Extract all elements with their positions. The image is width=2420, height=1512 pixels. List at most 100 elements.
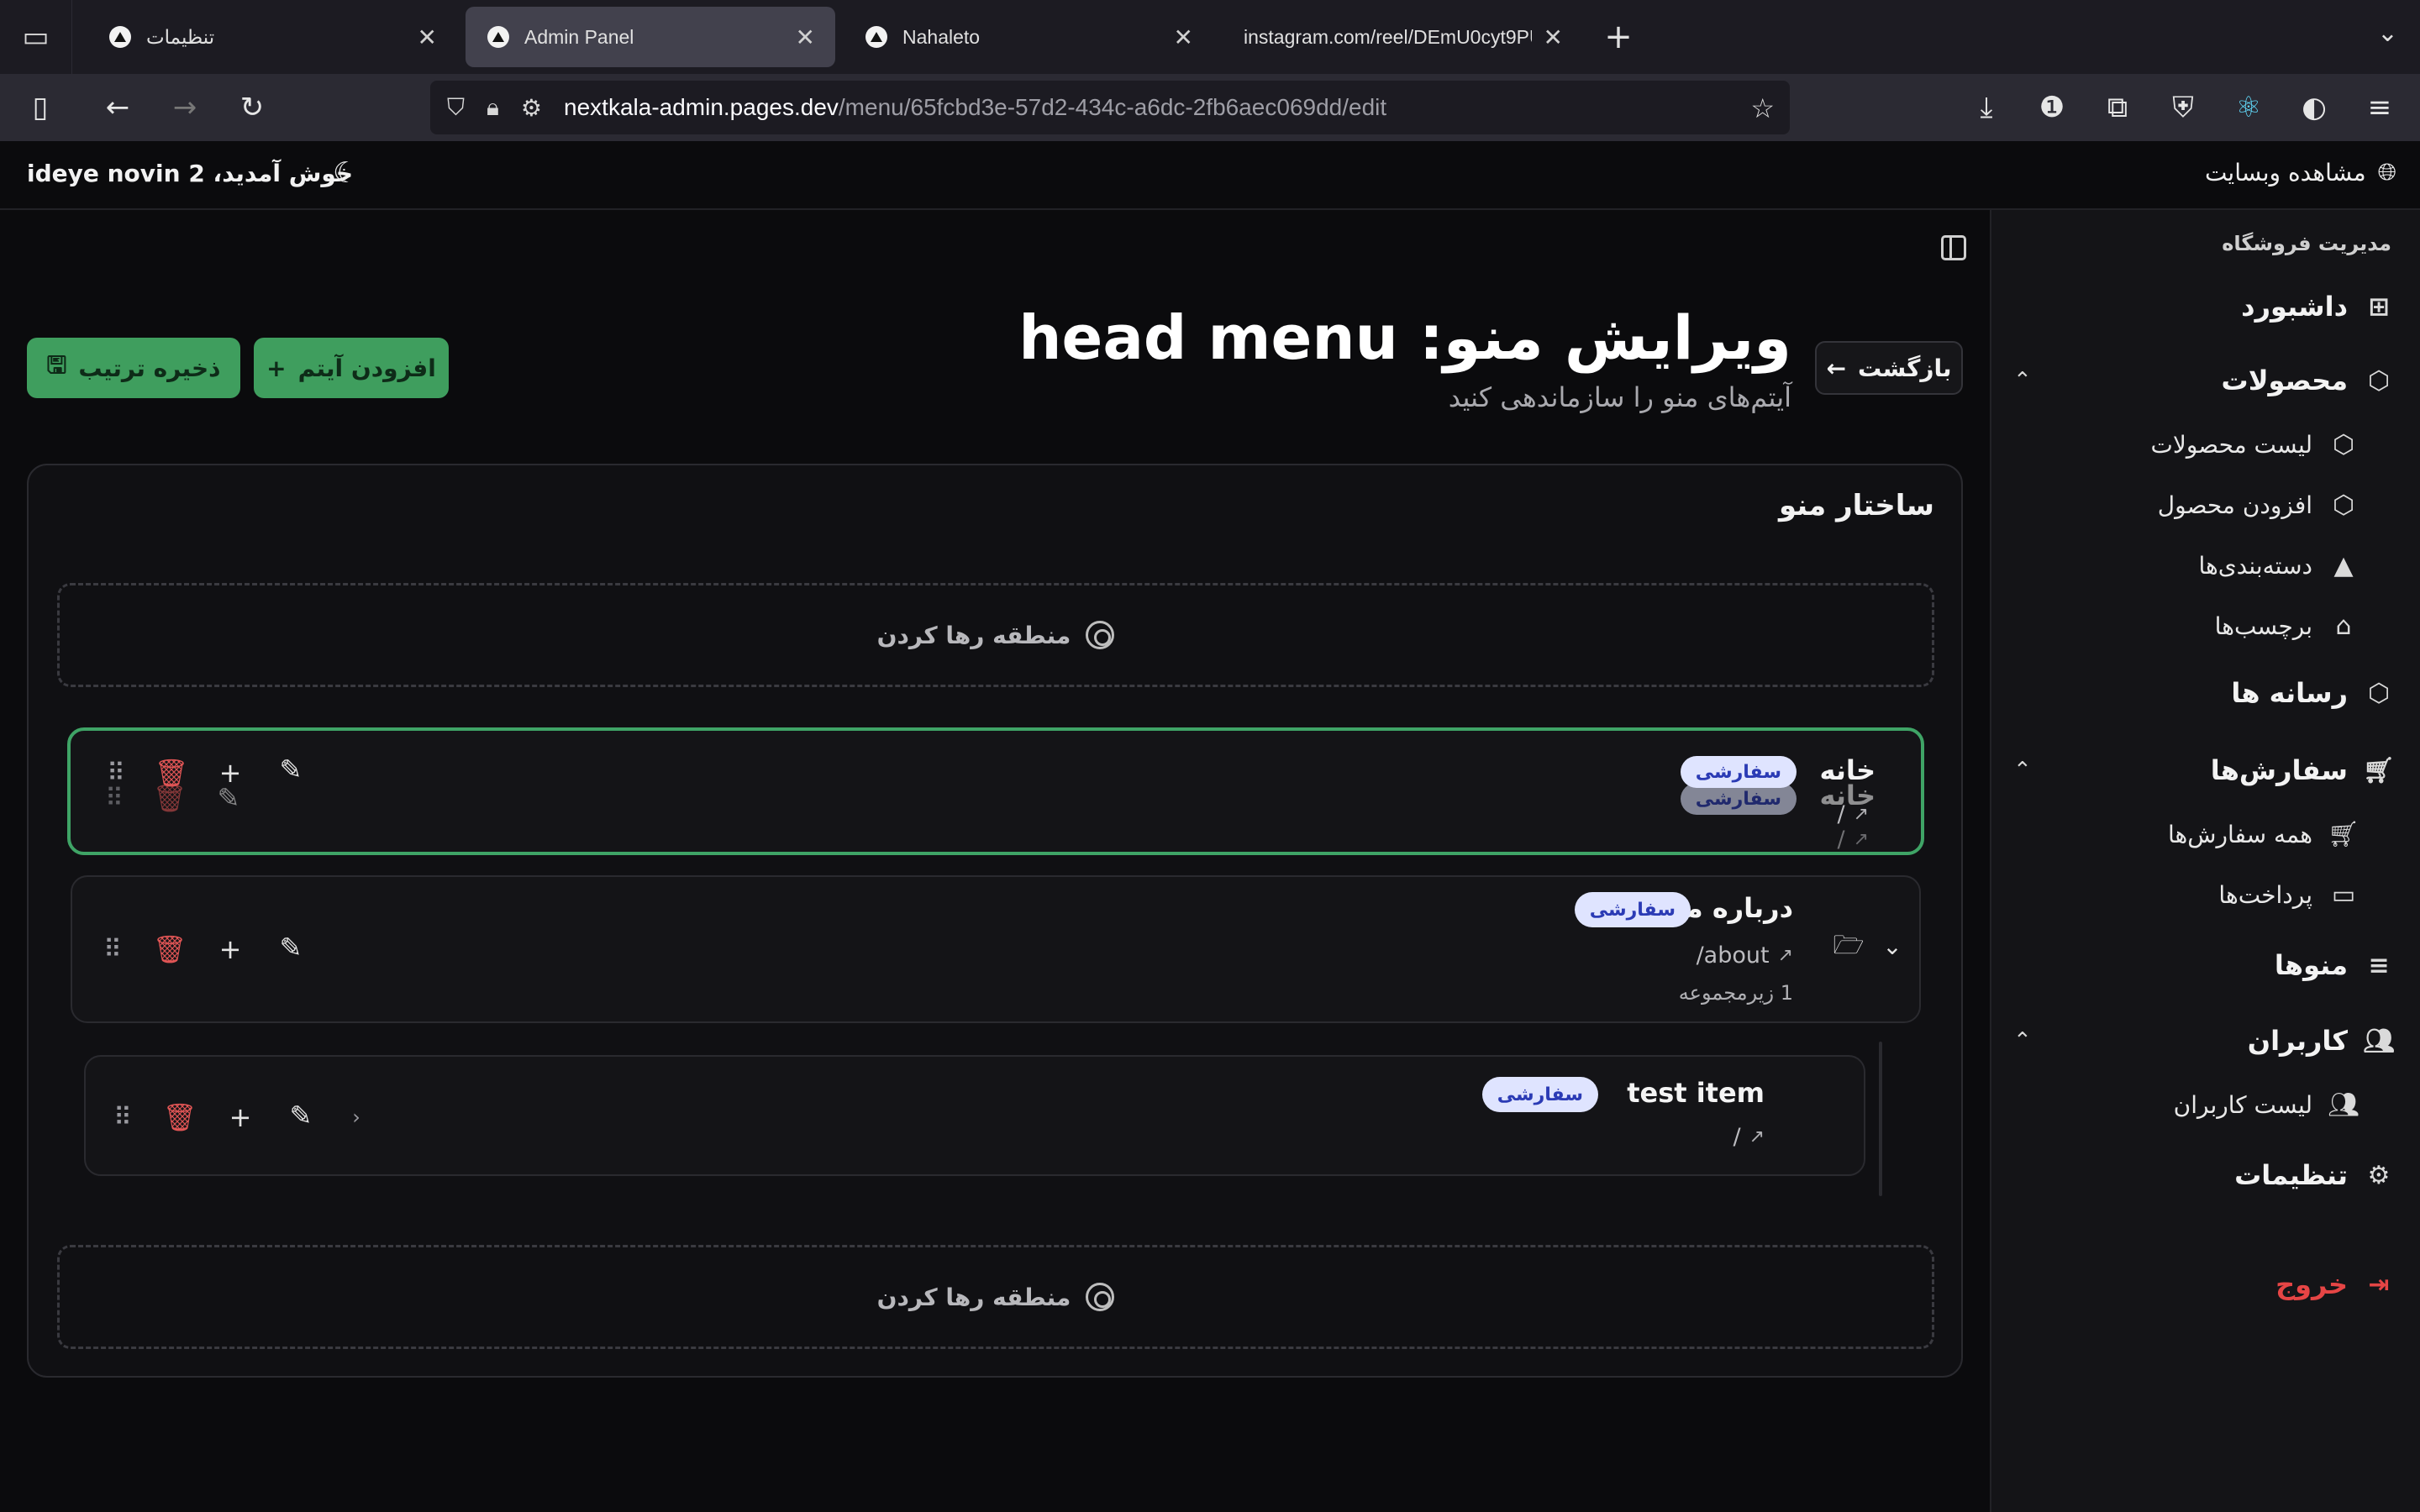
browser-tab[interactable]: تنظیمات ✕ — [87, 7, 457, 67]
site-favicon-icon — [109, 26, 131, 48]
sidebar-item-product-list[interactable]: ⬡ لیست محصولات — [2151, 430, 2359, 459]
menu-hamburger-icon[interactable]: ≡ — [2356, 84, 2403, 131]
sidebar-item-orders[interactable]: 🛒︎ سفارش‌ها — [2211, 754, 2396, 786]
menu-item-home-dragging[interactable]: خانه سفارشی / ↗ ⠿ 🗑︎ + ✎ خانه سفارشی / ↗ ⠿… — [67, 727, 1924, 855]
page-title: ویرایش منو: head menu — [1018, 302, 1791, 373]
app-header: خوش آمدید، ideye novin 2 ☾ 🌐︎ مشاهده وبس… — [0, 141, 2420, 210]
drop-zone-top[interactable]: منطقه رها کردن — [57, 583, 1934, 687]
arrow-left-icon: ← — [1826, 354, 1846, 382]
tag-icon: ⌂ — [2335, 611, 2352, 641]
products-collapse-chevron-icon[interactable]: ⌃ — [2013, 368, 2032, 393]
edit-pencil-icon[interactable]: ✎ — [274, 753, 308, 786]
new-tab-icon[interactable]: + — [1595, 13, 1642, 60]
folder-open-icon: 🗁 — [1833, 930, 1865, 960]
menu-item-title-ghost: خانه — [1819, 780, 1876, 811]
drag-handle-icon[interactable]: ⠿ — [94, 932, 128, 966]
url-text: nextkala-admin.pages.dev/menu/65fcbd3e-5… — [564, 94, 1387, 120]
react-devtools-icon[interactable]: ⚛ — [2225, 84, 2272, 131]
credit-card-icon: ▭ — [2331, 879, 2356, 910]
browser-tab[interactable]: instagram.com/reel/DEmU0cyt9PU/? ✕ — [1222, 7, 1583, 67]
add-child-plus-icon[interactable]: + — [224, 1100, 257, 1134]
browser-tab-active[interactable]: Admin Panel ✕ — [466, 7, 835, 67]
reload-icon[interactable]: ↻ — [229, 84, 276, 131]
sidebar-collapse-icon[interactable] — [1941, 235, 1966, 260]
sync-extension-icon[interactable]: ◐ — [2291, 84, 2338, 131]
shield-icon[interactable]: ⛉ — [447, 93, 465, 122]
nested-children-divider — [1879, 1042, 1882, 1196]
site-permissions-icon[interactable]: ⚙ — [521, 94, 542, 122]
site-favicon-icon — [487, 26, 509, 48]
shapes-icon: ▲ — [2333, 550, 2354, 580]
tab-close-icon[interactable]: ✕ — [796, 24, 815, 51]
browser-tab[interactable]: Nahaleto ✕ — [844, 7, 1213, 67]
tab-close-icon[interactable]: ✕ — [418, 24, 437, 51]
sidebar-item-categories[interactable]: ▲ دسته‌بندی‌ها — [2198, 551, 2358, 580]
custom-badge-ghost: سفارشی — [1680, 783, 1797, 815]
users-collapse-chevron-icon[interactable]: ⌃ — [2013, 1028, 2032, 1053]
browser-toolbar-right: ⤓ ❶ ⧉ ⛨ ⚛ ◐ ≡ — [1963, 84, 2403, 131]
sidebar-item-payments[interactable]: ▭ پرداخت‌ها — [2218, 879, 2358, 910]
address-bar[interactable]: ⛉ 🔒︎ ⚙ nextkala-admin.pages.dev/menu/65f… — [430, 81, 1790, 134]
sidebar-item-all-orders[interactable]: 🛒︎ همه سفارش‌ها — [2168, 820, 2360, 849]
sidebar-item-add-product[interactable]: ⬡ افزودن محصول — [2158, 490, 2358, 520]
users-icon: 👥︎ — [2362, 1026, 2396, 1056]
indent-chevron-right-icon[interactable]: › — [339, 1100, 373, 1134]
menu-item-test-item[interactable]: test item سفارشی / ↗ ⠿ 🗑︎ + ✎ › — [84, 1055, 1865, 1176]
add-child-plus-icon[interactable]: + — [213, 932, 247, 966]
delete-trash-icon[interactable]: 🗑︎ — [163, 1100, 197, 1134]
add-item-button[interactable]: افزودن آیتم + — [254, 338, 449, 398]
dark-mode-moon-icon[interactable]: ☾ — [333, 156, 365, 190]
sidebar-heading: مدیریت فروشگاه — [2222, 232, 2391, 255]
drop-zone-label: منطقه رها کردن — [876, 621, 1071, 649]
view-website-link[interactable]: 🌐︎ مشاهده وبسایت — [2205, 158, 2396, 186]
lock-icon[interactable]: 🔒︎ — [487, 93, 499, 122]
delete-trash-icon: 🗑︎ — [152, 782, 187, 814]
sidebar-item-users[interactable]: 👥︎ کاربران — [2248, 1025, 2396, 1057]
package-icon: ⬡ — [2367, 678, 2391, 708]
drag-handle-icon[interactable]: ⠿ — [104, 1100, 138, 1134]
sidebar-item-menus[interactable]: ≡ منوها — [2275, 949, 2393, 981]
tab-close-icon[interactable]: ✕ — [1544, 24, 1563, 51]
sidebar-item-dashboard[interactable]: ⊞ داشبورد — [2241, 291, 2393, 323]
custom-badge: سفارشی — [1481, 1077, 1598, 1112]
save-disk-icon: 🖫 — [46, 351, 67, 379]
expand-chevron-down-icon[interactable]: ⌄ — [1876, 929, 1909, 963]
sidebar-item-products[interactable]: ⬡ محصولات — [2222, 365, 2393, 396]
menu-item-about[interactable]: درباره ما سفارشی /about ↗ 1 زیرمجموعه 🗁 ⌄… — [71, 875, 1921, 1023]
tab-list-chevron-icon[interactable]: ⌄ — [2377, 18, 2398, 48]
sidebar-item-media[interactable]: ⬡ رسانه ها — [2231, 677, 2393, 709]
downloads-icon[interactable]: ⤓ — [1963, 84, 2010, 131]
save-order-button[interactable]: ذخیره ترتیب 🖫 — [27, 338, 240, 398]
view-website-label: مشاهده وبسایت — [2204, 158, 2366, 186]
drop-zone-bottom[interactable]: منطقه رها کردن — [57, 1245, 1934, 1349]
orders-collapse-chevron-icon[interactable]: ⌃ — [2013, 758, 2032, 783]
back-button[interactable]: بازگشت ← — [1815, 341, 1963, 395]
sidebar-item-logout[interactable]: ⇥ خروج — [2275, 1268, 2393, 1300]
package-icon: ⬡ — [2332, 490, 2355, 520]
tab-close-icon[interactable]: ✕ — [1174, 24, 1193, 51]
users-icon: 👥︎ — [2327, 1089, 2360, 1120]
edit-pencil-icon[interactable]: ✎ — [284, 1099, 318, 1132]
cart-icon: 🛒︎ — [2362, 755, 2396, 785]
site-favicon-icon — [865, 26, 887, 48]
password-manager-icon[interactable]: ❶ — [2028, 84, 2075, 131]
extensions-icon[interactable]: ⧉ — [2094, 84, 2141, 131]
sidebar-item-tags[interactable]: ⌂ برچسب‌ها — [2215, 611, 2358, 641]
target-icon — [1086, 1283, 1115, 1311]
edit-pencil-icon[interactable]: ✎ — [274, 931, 308, 964]
edit-pencil-icon: ✎ — [217, 782, 240, 814]
privacy-extension-icon[interactable]: ⛨ — [2160, 84, 2207, 131]
sidebar-toggle-icon[interactable]: ▯ — [17, 84, 64, 131]
back-arrow-icon[interactable]: ← — [94, 84, 141, 131]
sidebar-item-settings[interactable]: ⚙ تنظیمات — [2234, 1159, 2393, 1191]
menu-lines-icon: ≡ — [2368, 950, 2390, 980]
bookmark-star-icon[interactable]: ☆ — [1750, 92, 1775, 124]
forward-arrow-icon[interactable]: → — [161, 84, 208, 131]
menu-structure-title: ساختار منو — [1778, 489, 1934, 522]
tab-overview-icon[interactable]: ▭ — [0, 0, 72, 74]
sidebar-item-user-list[interactable]: 👥︎ لیست کاربران — [2174, 1089, 2360, 1120]
delete-trash-icon[interactable]: 🗑︎ — [153, 932, 187, 966]
save-order-label: ذخیره ترتیب — [78, 354, 221, 382]
logout-icon: ⇥ — [2368, 1269, 2390, 1299]
external-link-icon: ↗ — [1777, 945, 1793, 966]
